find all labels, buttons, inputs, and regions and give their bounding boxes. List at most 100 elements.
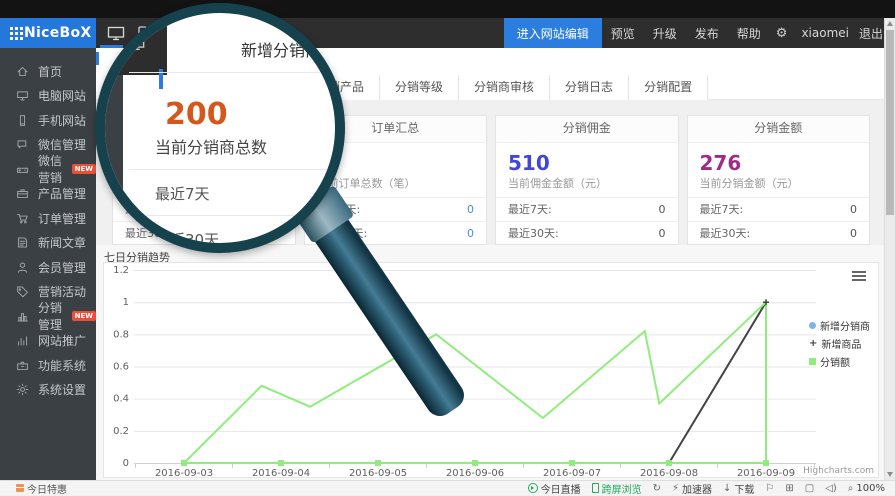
enter-site-edit-button[interactable]: 进入网站编辑 — [504, 18, 602, 48]
tab-1[interactable]: 分销等级 — [379, 75, 458, 100]
legend-label: 新增分销商 — [820, 318, 870, 333]
chart-section: 七日分销趋势 00.20.40.60.811.22016-09-032016-0… — [96, 245, 884, 480]
legend-label: 分销额 — [820, 354, 850, 369]
magnified-number: 200 — [165, 97, 335, 132]
highcharts-credit[interactable]: Highcharts.com — [803, 466, 874, 476]
row-value[interactable]: 0 — [467, 222, 474, 245]
plus-marker-icon: + — [809, 340, 817, 347]
menu-item-2[interactable]: 发布 — [686, 27, 728, 41]
magnified-row-7days: 最近7天 — [155, 183, 335, 204]
marketing-icon — [16, 163, 29, 176]
scroll-down-arrow-icon[interactable] — [887, 472, 893, 477]
lightning-icon: ⚡ — [672, 483, 679, 494]
live-today[interactable]: 今日直播 — [528, 481, 581, 496]
browser-icon[interactable]: ⊞ — [785, 483, 793, 494]
news-icon — [16, 236, 29, 249]
campaign-icon — [16, 285, 29, 298]
zoom-value: 100% — [856, 483, 885, 494]
sidebar-item-label: 新闻文章 — [38, 234, 86, 251]
svg-text:0.8: 0.8 — [113, 329, 129, 340]
gear-icon[interactable]: ⚙ — [770, 26, 794, 41]
sidebar-item-7[interactable]: 新闻文章 — [0, 231, 96, 256]
legend-label: 新增商品 — [821, 336, 861, 351]
sidebar-item-11[interactable]: 网站推广 — [0, 329, 96, 354]
sidebar-item-5[interactable]: 产品管理 — [0, 182, 96, 207]
legend-item-1[interactable]: + 新增商品 — [809, 336, 870, 351]
accelerator[interactable]: ⚡加速器 — [672, 481, 712, 496]
download-label: 下载 — [734, 481, 754, 496]
magnified-sidebar-edge — [95, 75, 123, 253]
scrollbar-thumb[interactable] — [886, 30, 894, 215]
sidebar-item-4[interactable]: 微信营销NEW — [0, 157, 96, 182]
new-badge: NEW — [72, 164, 96, 174]
window-icon[interactable]: ▢ — [805, 483, 814, 494]
circle-marker-icon — [809, 322, 816, 329]
menu-item-1[interactable]: 升级 — [644, 27, 686, 41]
todays-deal[interactable]: 今日特惠 — [0, 481, 67, 496]
app-logo[interactable]: NiceBoX — [0, 18, 96, 48]
product-icon — [16, 187, 29, 200]
sidebar-item-label: 系统设置 — [38, 381, 86, 398]
sidebar-item-label: 会员管理 — [38, 259, 86, 276]
svg-text:2016-09-08: 2016-09-08 — [640, 468, 698, 479]
chart-legend: 新增分销商+ 新增商品分销额 — [809, 318, 870, 372]
sidebar-item-10[interactable]: 分销管理NEW — [0, 304, 96, 329]
status-bar: 今日特惠 今日直播 跨屏浏览 ↻ ⚡加速器 ↓下载 ⚐ ⊞ ▢ ◁) ⌕100% — [0, 480, 895, 495]
download[interactable]: ↓下载 — [723, 481, 754, 496]
accelerator-label: 加速器 — [682, 481, 712, 496]
sidebar-item-0[interactable]: 首页 — [0, 59, 96, 84]
sidebar-item-12[interactable]: 功能系统 — [0, 353, 96, 378]
grid-menu-icon — [10, 27, 13, 30]
sidebar-item-label: 营销活动 — [38, 283, 86, 300]
username[interactable]: xiaomei — [793, 26, 857, 40]
row-label: 最近7天: — [508, 198, 552, 221]
sidebar-item-6[interactable]: 订单管理 — [0, 206, 96, 231]
tab-4[interactable]: 分销配置 — [628, 75, 708, 100]
member-icon — [16, 261, 29, 274]
svg-text:2016-09-09: 2016-09-09 — [737, 468, 795, 479]
cross-screen-browse[interactable]: 跨屏浏览 — [592, 481, 642, 496]
sidebar-item-2[interactable]: 手机网站 — [0, 108, 96, 133]
tab-3[interactable]: 分销日志 — [549, 75, 628, 100]
svg-text:1.2: 1.2 — [113, 265, 129, 276]
row-value[interactable]: 0 — [467, 198, 474, 221]
mobile-icon — [16, 114, 29, 127]
sidebar-item-13[interactable]: 系统设置 — [0, 378, 96, 403]
zoom-level[interactable]: ⌕100% — [848, 483, 885, 494]
gift-icon — [16, 484, 24, 492]
sidebar-item-label: 微信管理 — [38, 136, 86, 153]
menu-item-0[interactable]: 预览 — [602, 27, 644, 41]
sidebar-item-label: 产品管理 — [38, 185, 86, 202]
sidebar-item-label: 微信营销 — [38, 152, 68, 186]
line-chart: 00.20.40.60.811.22016-09-032016-09-04201… — [104, 263, 878, 479]
speaker-icon[interactable]: ◁) — [825, 483, 837, 494]
tab-2[interactable]: 分销商审核 — [458, 75, 549, 100]
legend-item-2[interactable]: 分销额 — [809, 354, 870, 369]
legend-item-0[interactable]: 新增分销商 — [809, 318, 870, 333]
sidebar-item-8[interactable]: 会员管理 — [0, 255, 96, 280]
vertical-scrollbar[interactable] — [884, 18, 895, 480]
new-badge: NEW — [72, 311, 96, 321]
sidebar-item-1[interactable]: 电脑网站 — [0, 84, 96, 109]
scroll-up-arrow-icon[interactable] — [887, 21, 893, 26]
magnified-caption: 当前分销商总数 — [155, 134, 335, 158]
svg-text:2016-09-03: 2016-09-03 — [155, 468, 213, 479]
row-value: 0 — [850, 198, 857, 221]
card-title: 分销佣金 — [496, 116, 678, 143]
flag-icon[interactable]: ⚐ — [765, 483, 774, 494]
sidebar-item-label: 网站推广 — [38, 332, 86, 349]
refresh-icon[interactable]: ↻ — [653, 483, 661, 494]
magnifier-lens: 新增分销商 200 当前分销商总数 最近7天 最近30天 — [95, 3, 345, 253]
menu-item-3[interactable]: 帮助 — [728, 27, 770, 41]
card-caption: 当前分销金额（元） — [700, 175, 858, 191]
card-number: 276 — [700, 151, 858, 175]
sidebar-item-label: 电脑网站 — [38, 87, 86, 104]
sidebar-item-label: 手机网站 — [38, 112, 86, 129]
chart-menu-icon[interactable] — [852, 271, 866, 283]
svg-text:2016-09-04: 2016-09-04 — [252, 468, 310, 479]
distribution-icon — [16, 310, 29, 323]
chart-panel: 00.20.40.60.811.22016-09-032016-09-04201… — [103, 262, 879, 478]
sidebar-item-label: 分销管理 — [38, 299, 68, 333]
cross-screen-label: 跨屏浏览 — [602, 481, 642, 496]
zoom-icon: ⌕ — [848, 483, 854, 494]
